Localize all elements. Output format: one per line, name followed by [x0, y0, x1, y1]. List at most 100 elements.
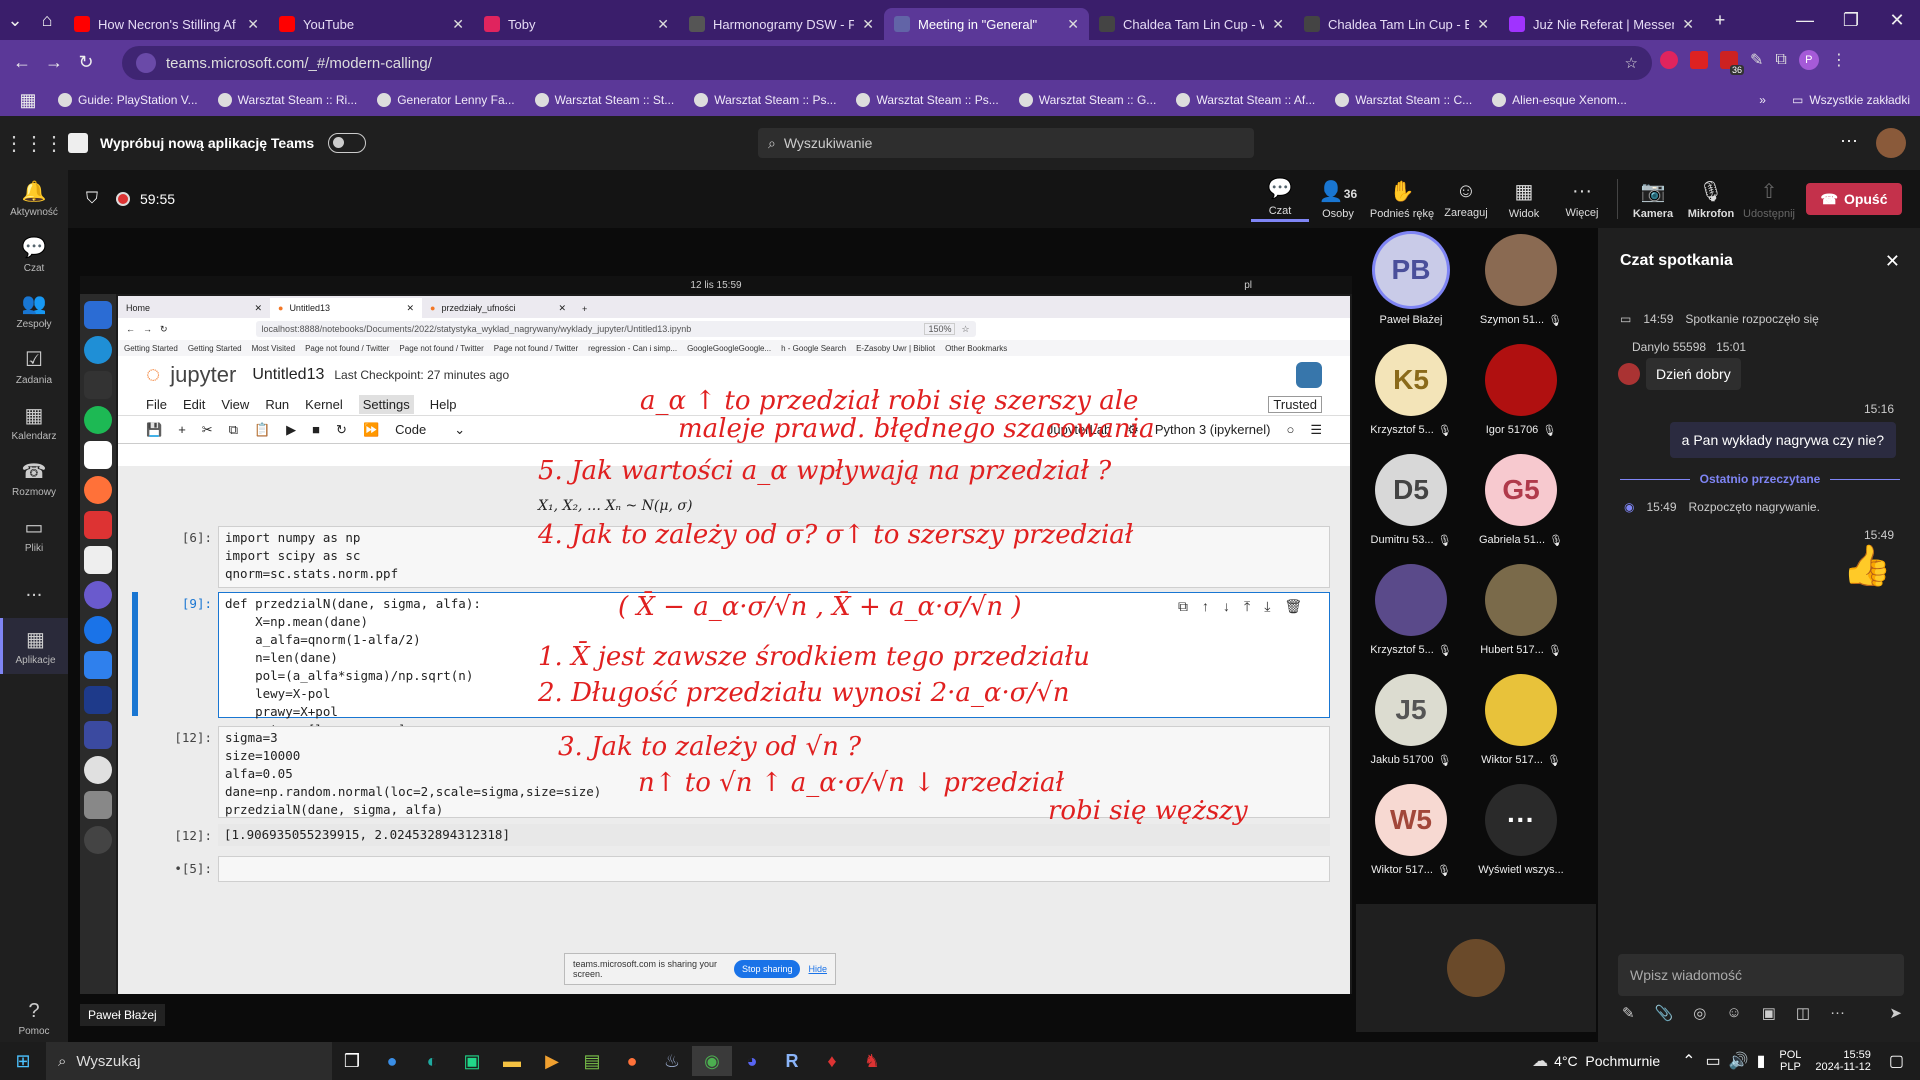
- ff-reload-icon[interactable]: ↻: [160, 324, 168, 335]
- network-icon[interactable]: ▭: [1706, 1051, 1721, 1071]
- rail-item[interactable]: ▦ Aplikacje: [0, 618, 68, 674]
- camera-button[interactable]: 📷 Kamera: [1624, 179, 1682, 220]
- participant-tile[interactable]: Wiktor 517... 🎙: [1466, 674, 1576, 784]
- bookmark-item[interactable]: Warsztat Steam :: C...: [1325, 93, 1482, 107]
- ff-bookmark-item[interactable]: regression - Can i simp...: [588, 344, 677, 353]
- chat-bubble-outgoing[interactable]: a Pan wykłady nagrywa czy nie?: [1669, 422, 1896, 458]
- r-icon[interactable]: R: [772, 1046, 812, 1076]
- ff-new-tab-icon[interactable]: +: [582, 304, 587, 314]
- browser-tab[interactable]: Meeting in "General" ✕: [884, 8, 1089, 40]
- ff-bookmark-item[interactable]: GoogleGoogleGoogle...: [687, 344, 771, 353]
- ff-bookmark-item[interactable]: Getting Started: [188, 344, 242, 353]
- move-up-icon[interactable]: ↑: [1202, 598, 1209, 615]
- rail-item[interactable]: ▭ Pliki: [0, 506, 68, 562]
- rail-item[interactable]: ☎ Rozmowy: [0, 450, 68, 506]
- bookmark-item[interactable]: Warsztat Steam :: St...: [525, 93, 685, 107]
- profile-avatar[interactable]: P: [1798, 50, 1819, 70]
- participant-tile[interactable]: J5 Jakub 51700 🎙: [1356, 674, 1466, 784]
- bookmark-item[interactable]: Generator Lenny Fa...: [367, 93, 524, 107]
- app-launcher-icon[interactable]: ⋮⋮⋮: [0, 131, 68, 156]
- close-tab-icon[interactable]: ✕: [1067, 16, 1079, 33]
- tab-list-chevron-icon[interactable]: ⌄: [0, 10, 30, 31]
- participant-tile[interactable]: Hubert 517... 🎙: [1466, 564, 1576, 674]
- jupyter-menu-item[interactable]: Settings: [358, 395, 414, 414]
- app-red-icon[interactable]: ♦: [812, 1046, 852, 1076]
- discord-icon[interactable]: ◕: [732, 1046, 772, 1076]
- notifications-icon[interactable]: ▢: [1889, 1051, 1904, 1071]
- chat-bubble-incoming[interactable]: Dzień dobry: [1646, 358, 1741, 390]
- paste-icon[interactable]: 📋: [254, 422, 270, 438]
- view-all-participants-button[interactable]: ··· Wyświetl wszys...: [1466, 784, 1576, 894]
- steam-icon[interactable]: ♨: [652, 1046, 692, 1076]
- weather-text[interactable]: 4°C Pochmurnie: [1554, 1053, 1660, 1069]
- people-button[interactable]: 👤36 Osoby: [1309, 179, 1367, 220]
- all-bookmarks-folder[interactable]: ▭ Wszystkie zakładki: [1782, 93, 1920, 107]
- react-button[interactable]: ☺ Zareaguj: [1437, 180, 1495, 219]
- extension-badge-icon[interactable]: 36: [1720, 51, 1744, 75]
- back-arrow-icon[interactable]: ←: [6, 52, 38, 73]
- user-avatar[interactable]: [1876, 128, 1906, 158]
- move-down-icon[interactable]: ↓: [1223, 598, 1230, 615]
- list-icon[interactable]: ☰: [1310, 422, 1322, 438]
- app-blue-icon[interactable]: ●: [372, 1046, 412, 1076]
- emoji-icon[interactable]: ☺: [1726, 1004, 1741, 1022]
- battery-icon[interactable]: ▮: [1757, 1051, 1766, 1071]
- browser-tab[interactable]: Już Nie Referat | Messen ✕: [1499, 8, 1704, 40]
- copy-icon[interactable]: ⧉: [229, 422, 238, 438]
- media-player-icon[interactable]: ▶: [532, 1046, 572, 1076]
- insert-above-icon[interactable]: ⤒: [1244, 598, 1250, 615]
- site-info-icon[interactable]: [136, 53, 156, 73]
- close-chat-icon[interactable]: ✕: [1885, 251, 1900, 272]
- participant-tile[interactable]: W5 Wiktor 517... 🎙: [1356, 784, 1466, 894]
- clock[interactable]: 15:59 2024-11-12: [1815, 1049, 1870, 1073]
- leave-button[interactable]: ☎ Opuść: [1806, 183, 1902, 215]
- close-tab-icon[interactable]: ✕: [1682, 16, 1694, 33]
- ff-bookmark-item[interactable]: Most Visited: [252, 344, 295, 353]
- cut-icon[interactable]: ✂: [202, 422, 213, 438]
- insert-below-icon[interactable]: ⤓: [1264, 598, 1270, 615]
- ff-tab-untitled13[interactable]: ● Untitled13 ✕: [270, 298, 422, 318]
- tray-chevron-icon[interactable]: ⌃: [1682, 1051, 1695, 1071]
- bookmark-item[interactable]: Warsztat Steam :: Ri...: [208, 93, 368, 107]
- rail-item[interactable]: ...: [0, 562, 68, 618]
- sticker-icon[interactable]: ◫: [1796, 1004, 1810, 1022]
- ff-back-icon[interactable]: ←: [126, 324, 135, 334]
- ff-tab-przedzialy[interactable]: ● przedziały_ufności ✕: [422, 298, 574, 318]
- ff-url-field[interactable]: localhost:8888/notebooks/Documents/2022/…: [255, 321, 976, 337]
- participant-tile[interactable]: Igor 51706 🎙: [1466, 344, 1576, 454]
- bookmark-item[interactable]: Warsztat Steam :: Ps...: [846, 93, 1008, 107]
- browser-tab[interactable]: Harmonogramy DSW - P ✕: [679, 8, 884, 40]
- duplicate-cell-icon[interactable]: ⧉: [1178, 598, 1188, 615]
- run-all-icon[interactable]: ⏩: [363, 422, 379, 438]
- add-cell-icon[interactable]: +: [178, 422, 186, 437]
- view-button[interactable]: ▦ Widok: [1495, 179, 1553, 220]
- hide-link[interactable]: Hide: [808, 964, 827, 974]
- send-icon[interactable]: ➤: [1889, 1004, 1902, 1022]
- ff-zoom-level[interactable]: 150%: [924, 323, 956, 335]
- ff-bookmark-item[interactable]: Page not found / Twitter: [305, 344, 389, 353]
- new-tab-plus-icon[interactable]: +: [1704, 10, 1736, 31]
- participant-tile[interactable]: G5 Gabriela 51... 🎙: [1466, 454, 1576, 564]
- jupyter-menu-item[interactable]: Edit: [183, 397, 205, 412]
- bookmark-star-icon[interactable]: ☆: [1625, 54, 1638, 72]
- apps-grid-icon[interactable]: ▦: [8, 90, 48, 111]
- taskbar-search[interactable]: ⌕ Wyszukaj: [46, 1042, 332, 1080]
- participant-tile[interactable]: Szymon 51... 🎙: [1466, 234, 1576, 344]
- ff-bookmark-item[interactable]: Other Bookmarks: [945, 344, 1007, 353]
- ff-bookmark-item[interactable]: h - Google Search: [781, 344, 846, 353]
- pycharm-icon[interactable]: ▣: [452, 1046, 492, 1076]
- jupyter-menu-item[interactable]: File: [146, 397, 167, 412]
- bookmark-item[interactable]: Alien-esque Xenom...: [1482, 93, 1637, 107]
- rail-item[interactable]: 🔔 Aktywność: [0, 170, 68, 226]
- bookmark-item[interactable]: Warsztat Steam :: Ps...: [684, 93, 846, 107]
- browser-tab[interactable]: How Necron's Stilling Af ✕: [64, 8, 269, 40]
- browser-tab[interactable]: YouTube ✕: [269, 8, 474, 40]
- notepad-icon[interactable]: ▤: [572, 1046, 612, 1076]
- chat-button[interactable]: 💬 Czat: [1251, 176, 1309, 222]
- firefox-taskbar-icon[interactable]: ●: [612, 1046, 652, 1076]
- ff-tab-home[interactable]: Home ✕: [118, 298, 270, 318]
- message-input[interactable]: Wpisz wiadomość: [1618, 954, 1904, 996]
- close-tab-icon[interactable]: ✕: [1477, 16, 1489, 33]
- volume-icon[interactable]: 🔊: [1729, 1051, 1749, 1071]
- participant-tile[interactable]: K5 Krzysztof 5... 🎙: [1356, 344, 1466, 454]
